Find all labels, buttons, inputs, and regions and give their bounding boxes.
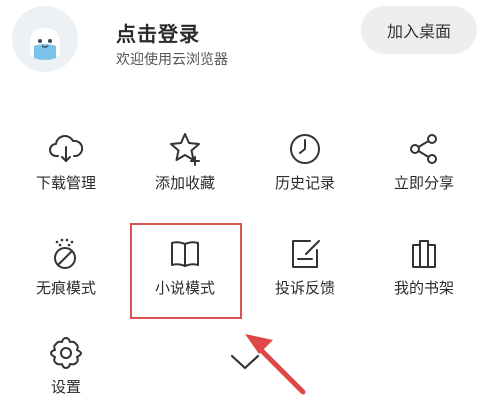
collapse-chevron-down-icon[interactable]	[228, 350, 262, 374]
menu-item-novel-mode[interactable]: 小说模式	[130, 235, 240, 315]
menu-item-complaint-feedback[interactable]: 投诉反馈	[250, 235, 360, 315]
menu-item-label: 添加收藏	[154, 174, 215, 192]
menu-item-label: 立即分享	[393, 174, 454, 192]
menu-item-incognito-mode[interactable]: 无痕模式	[11, 235, 121, 315]
share-icon	[405, 130, 443, 168]
menu-item-label: 历史记录	[274, 174, 335, 192]
menu-item-share-now[interactable]: 立即分享	[369, 130, 479, 210]
login-subtitle: 欢迎使用云浏览器	[116, 52, 228, 68]
gear-icon	[47, 334, 85, 372]
avatar[interactable]	[12, 6, 78, 72]
avatar-face-icon	[12, 6, 78, 72]
edit-feedback-icon	[286, 235, 324, 273]
menu-item-label: 无痕模式	[35, 279, 96, 297]
menu-item-label: 设置	[50, 378, 81, 396]
bookshelf-icon	[405, 235, 443, 273]
star-add-icon	[166, 130, 204, 168]
menu-item-history[interactable]: 历史记录	[250, 130, 360, 210]
menu-item-label: 小说模式	[154, 279, 215, 297]
user-header: 点击登录 欢迎使用云浏览器 加入桌面	[0, 0, 492, 100]
login-title[interactable]: 点击登录	[116, 18, 200, 47]
menu-item-my-bookshelf[interactable]: 我的书架	[369, 235, 479, 315]
add-to-desktop-button[interactable]: 加入桌面	[361, 6, 477, 54]
clock-icon	[286, 130, 324, 168]
menu-item-label: 投诉反馈	[274, 279, 335, 297]
open-book-icon	[166, 235, 204, 273]
menu-item-label: 我的书架	[393, 279, 454, 297]
menu-item-add-favorite[interactable]: 添加收藏	[130, 130, 240, 210]
menu-item-label: 下载管理	[35, 174, 96, 192]
menu-item-download-manager[interactable]: 下载管理	[11, 130, 121, 210]
menu-item-settings[interactable]: 设置	[11, 334, 121, 414]
incognito-icon	[47, 235, 85, 273]
cloud-download-icon	[47, 130, 85, 168]
